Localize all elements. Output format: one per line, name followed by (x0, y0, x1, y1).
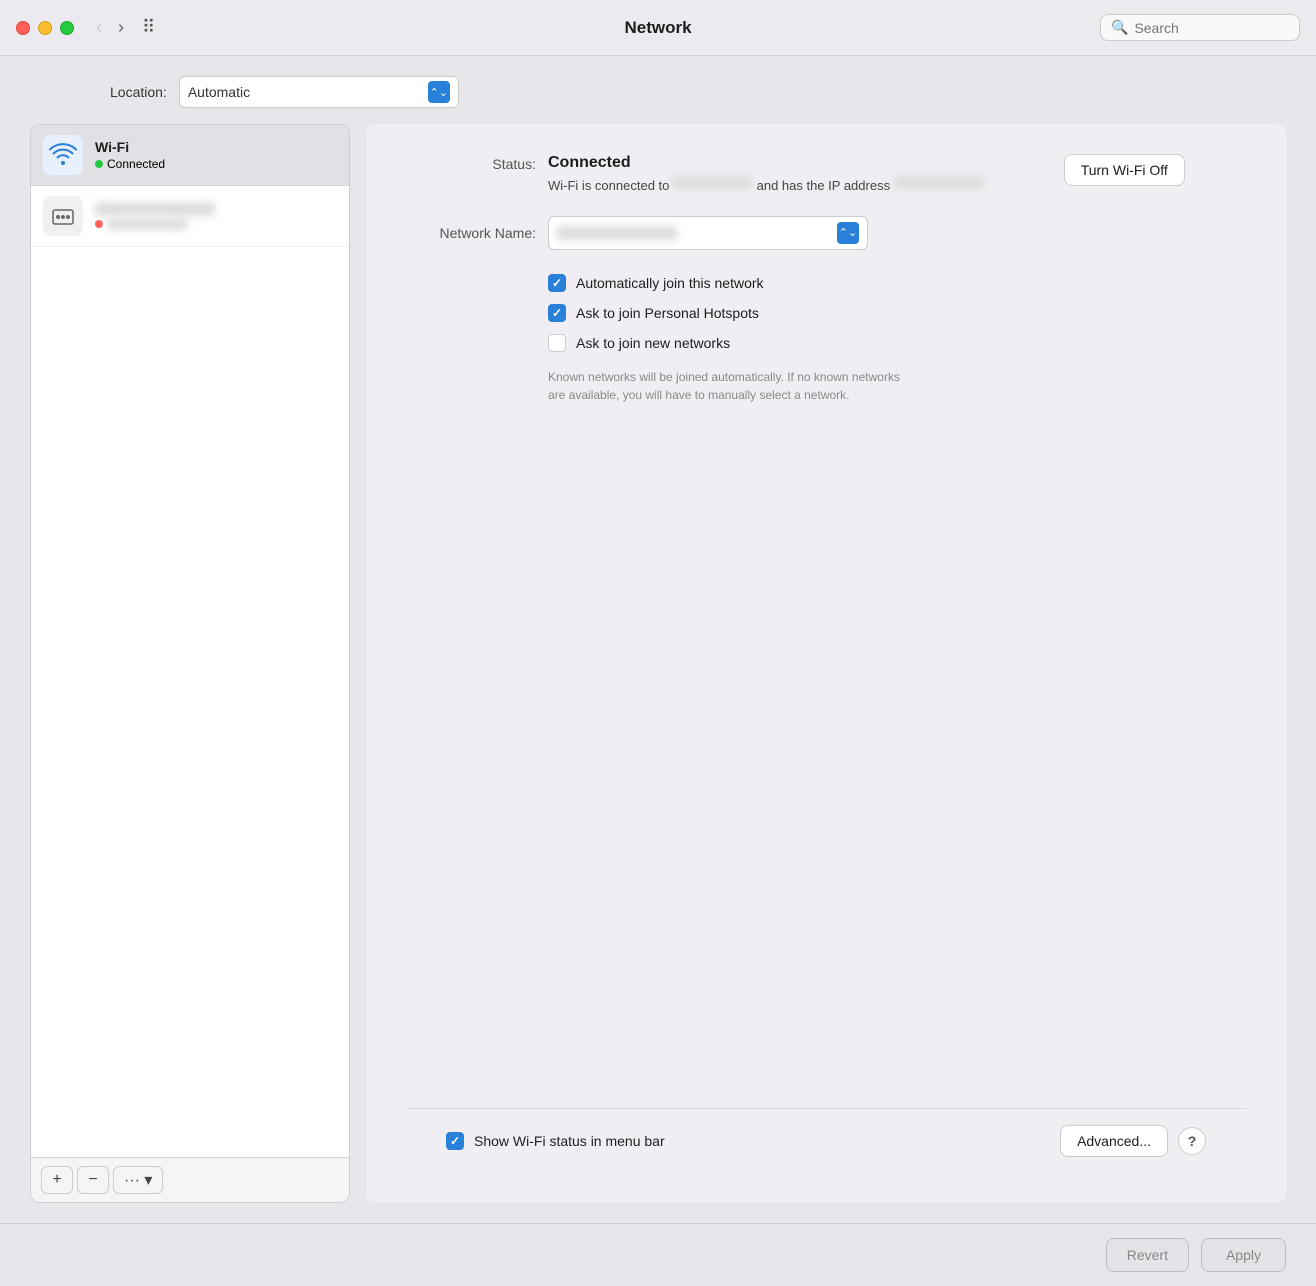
show-wifi-label: Show Wi-Fi status in menu bar (474, 1133, 665, 1149)
wifi-status-text: Connected (107, 157, 165, 171)
bottom-actions: Advanced... ? (1060, 1125, 1206, 1157)
device-item-status (95, 218, 215, 230)
detail-panel: Status: Connected Wi-Fi is connected to … (366, 124, 1286, 1203)
network-name-row: Network Name: ⌃⌄ (406, 216, 1246, 250)
checkbox-auto-join-row: Automatically join this network (406, 274, 1246, 292)
device-item-name (95, 202, 215, 216)
minimize-button[interactable] (38, 21, 52, 35)
wifi-item-info: Wi-Fi Connected (95, 139, 165, 171)
checkbox-new-networks-row: Ask to join new networks (406, 334, 1246, 352)
sidebar-footer: + − ··· ▾ (31, 1157, 349, 1202)
sidebar: Wi-Fi Connected (30, 124, 350, 1203)
status-row: Status: Connected Wi-Fi is connected to … (406, 154, 1246, 196)
hotspot-label: Ask to join Personal Hotspots (576, 305, 759, 321)
advanced-button[interactable]: Advanced... (1060, 1125, 1168, 1157)
turn-wifi-off-button[interactable]: Turn Wi-Fi Off (1064, 154, 1185, 186)
back-button[interactable]: ‹ (90, 15, 108, 40)
forward-button[interactable]: › (112, 15, 130, 40)
hotspot-checkbox[interactable] (548, 304, 566, 322)
location-bar: Location: Automatic ⌃⌄ (30, 76, 1286, 108)
network-name-arrow-icon[interactable]: ⌃⌄ (837, 222, 859, 244)
traffic-lights (16, 21, 74, 35)
window-bottom: Revert Apply (0, 1223, 1316, 1286)
location-select[interactable]: Automatic ⌃⌄ (179, 76, 459, 108)
sidebar-item-device[interactable] (31, 186, 349, 247)
search-input[interactable] (1134, 20, 1289, 36)
close-button[interactable] (16, 21, 30, 35)
auto-join-label: Automatically join this network (576, 275, 764, 291)
grid-icon[interactable]: ⠿ (142, 17, 155, 38)
status-desc: Wi-Fi is connected to and has the IP add… (548, 176, 984, 196)
more-options-button[interactable]: ··· ▾ (113, 1166, 163, 1194)
sidebar-item-wifi[interactable]: Wi-Fi Connected (31, 125, 349, 186)
wifi-icon-container (43, 135, 83, 175)
checkbox-hotspot-row: Ask to join Personal Hotspots (406, 304, 1246, 322)
detail-bottom-bar: Show Wi-Fi status in menu bar Advanced..… (406, 1108, 1246, 1173)
maximize-button[interactable] (60, 21, 74, 35)
wifi-icon (49, 141, 77, 169)
network-name-label: Network Name: (406, 225, 536, 241)
network-name-value (557, 226, 677, 240)
body-layout: Wi-Fi Connected (30, 124, 1286, 1203)
new-networks-label: Ask to join new networks (576, 335, 730, 351)
status-connected: Connected (548, 154, 984, 172)
remove-network-button[interactable]: − (77, 1166, 109, 1194)
add-network-button[interactable]: + (41, 1166, 73, 1194)
wifi-item-status: Connected (95, 157, 165, 171)
title-bar: ‹ › ⠿ Network 🔍 (0, 0, 1316, 56)
location-arrow-icon[interactable]: ⌃⌄ (428, 81, 450, 103)
wifi-item-name: Wi-Fi (95, 139, 165, 155)
window-title: Network (624, 18, 691, 38)
sidebar-list: Wi-Fi Connected (31, 125, 349, 1157)
location-value: Automatic (188, 84, 250, 100)
apply-button[interactable]: Apply (1201, 1238, 1286, 1272)
wifi-status-dot (95, 160, 103, 168)
device-item-info (95, 202, 215, 230)
auto-join-checkbox[interactable] (548, 274, 566, 292)
revert-button[interactable]: Revert (1106, 1238, 1189, 1272)
show-wifi-checkbox[interactable] (446, 1132, 464, 1150)
status-label: Status: (406, 154, 536, 172)
checkbox-desc: Known networks will be joined automatica… (406, 368, 906, 404)
help-button[interactable]: ? (1178, 1127, 1206, 1155)
search-bar[interactable]: 🔍 (1100, 14, 1300, 41)
device-icon-container (43, 196, 83, 236)
device-status-dot (95, 220, 103, 228)
status-info: Connected Wi-Fi is connected to and has … (548, 154, 984, 196)
device-status-text (107, 218, 187, 230)
search-icon: 🔍 (1111, 19, 1128, 36)
new-networks-checkbox[interactable] (548, 334, 566, 352)
network-name-select[interactable]: ⌃⌄ (548, 216, 868, 250)
show-wifi-row: Show Wi-Fi status in menu bar (446, 1132, 1048, 1150)
location-label: Location: (110, 84, 167, 100)
nav-buttons: ‹ › (90, 15, 130, 40)
main-content: Location: Automatic ⌃⌄ (0, 56, 1316, 1223)
device-icon (49, 202, 77, 230)
